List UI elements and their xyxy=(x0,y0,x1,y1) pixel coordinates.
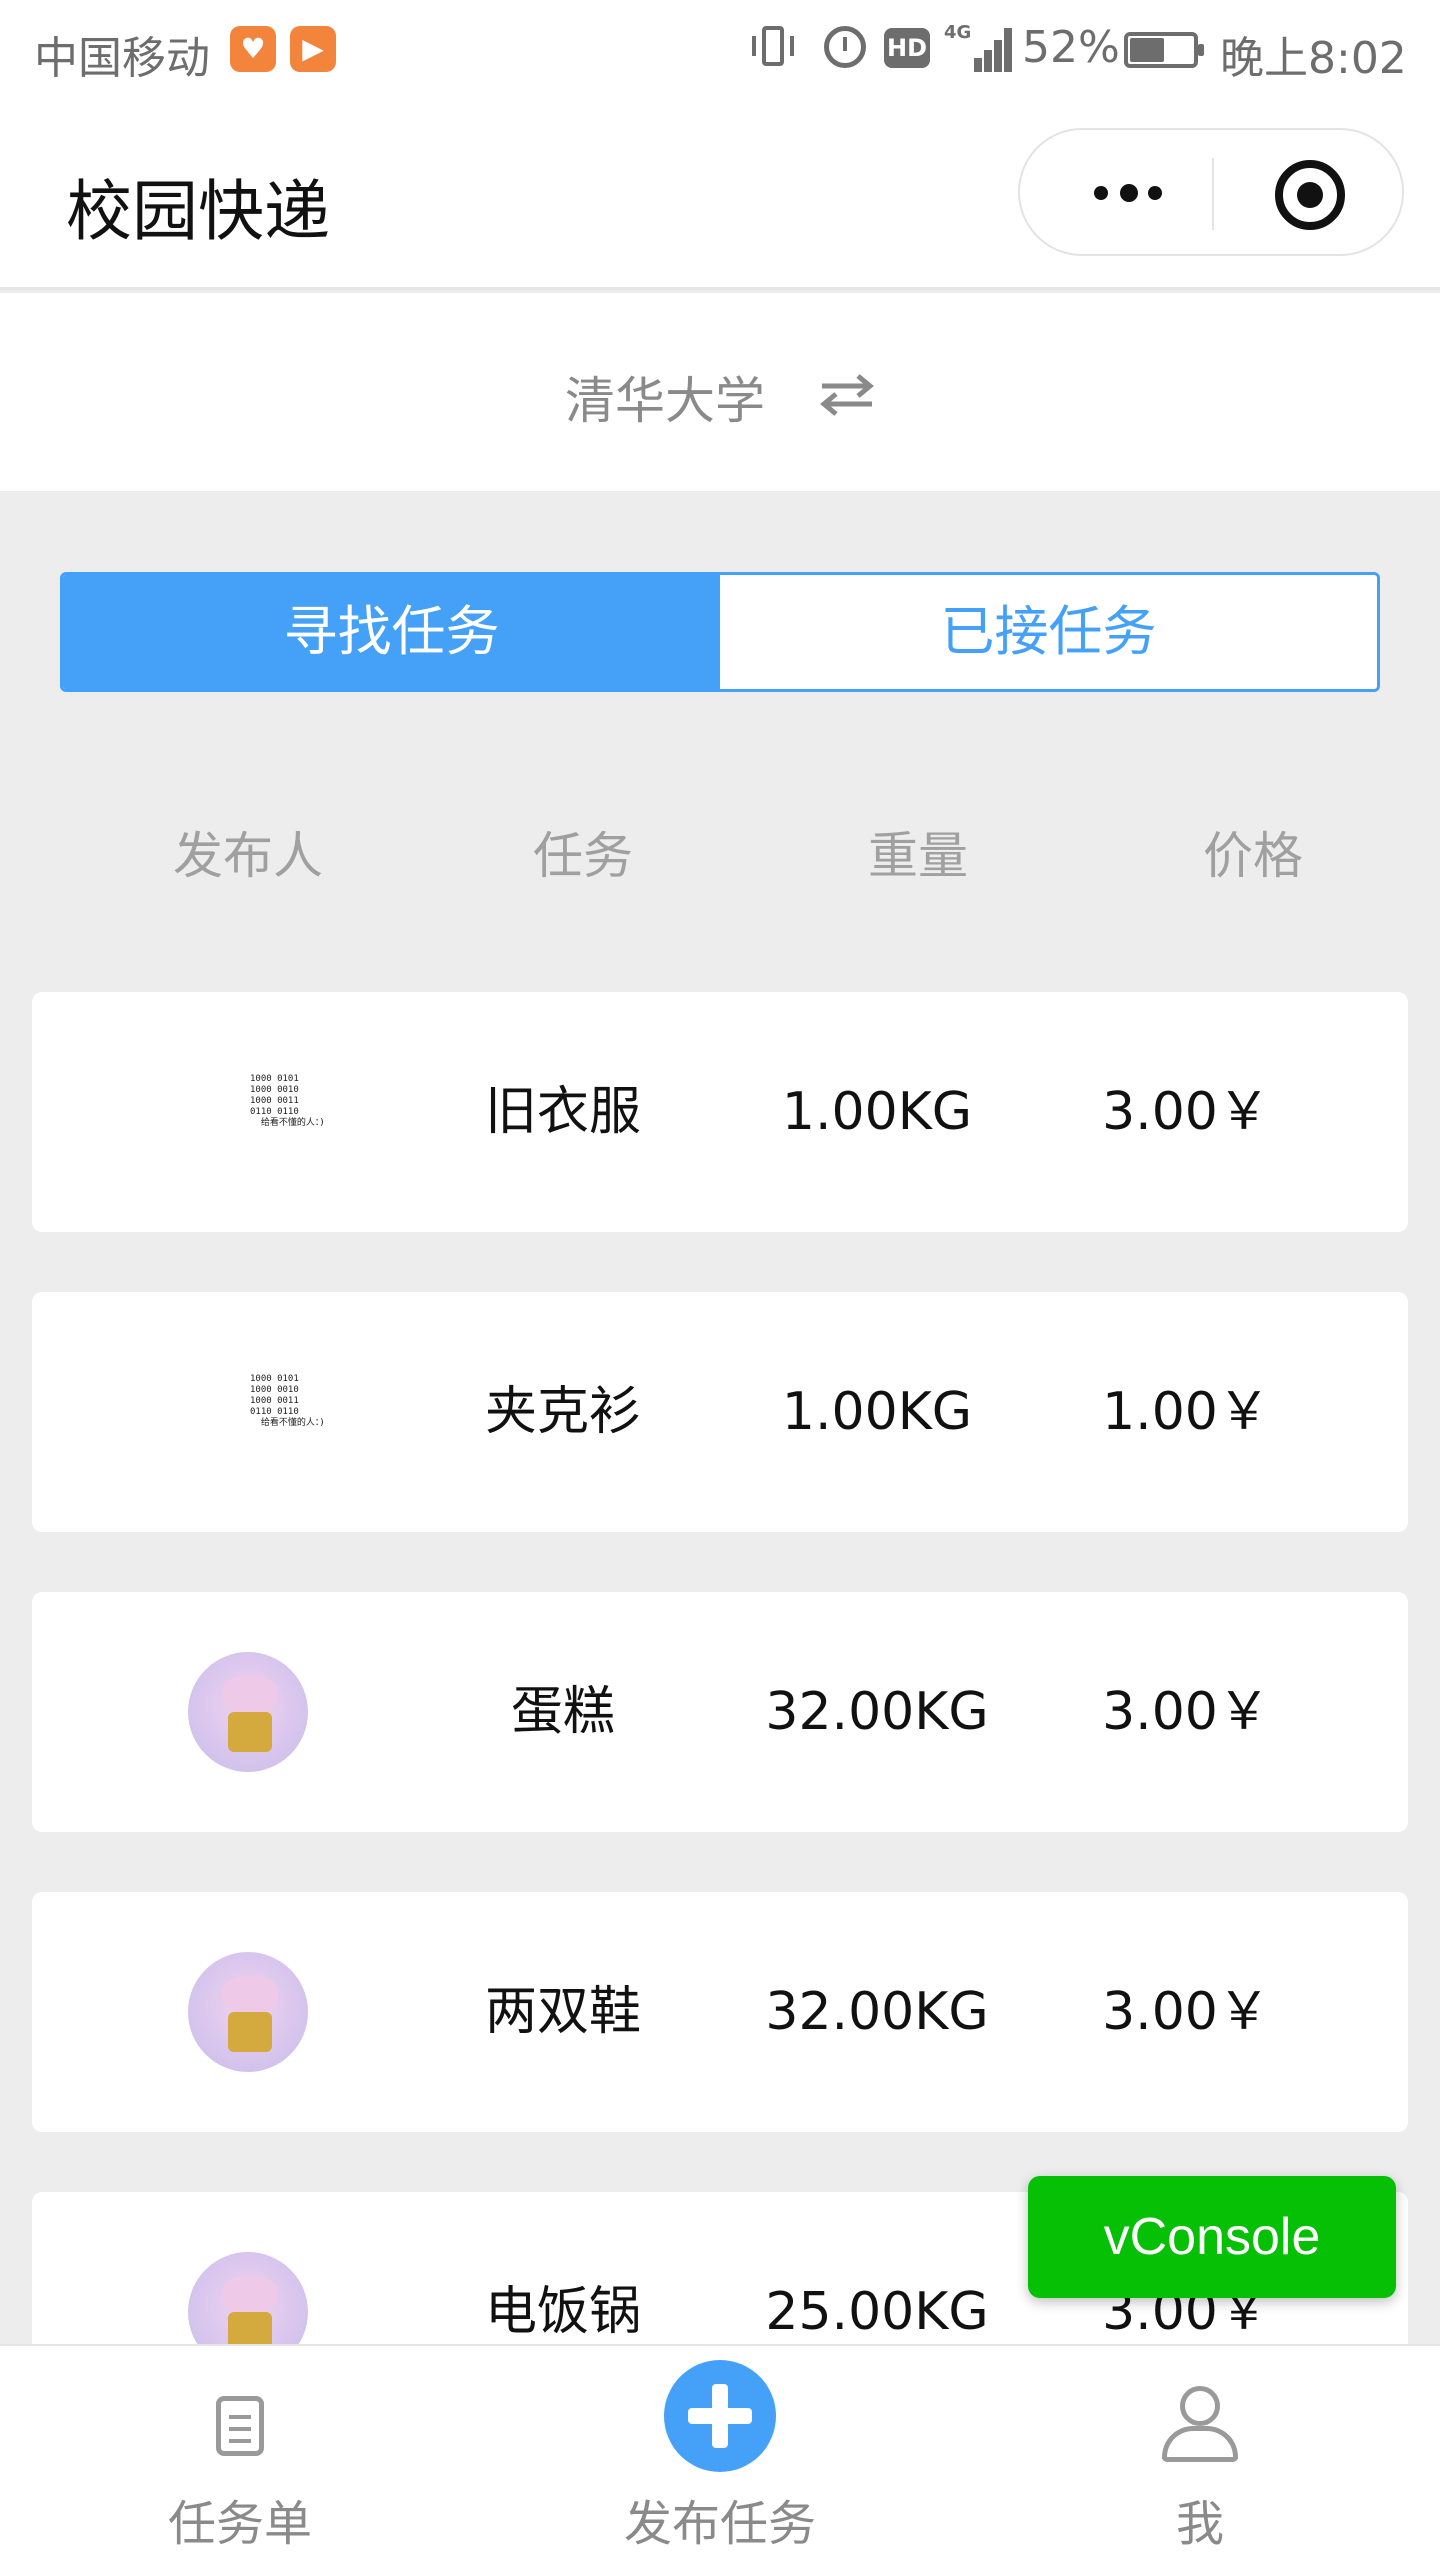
page-title: 校园快递 xyxy=(66,173,330,250)
school-selector: 清华大学 xyxy=(0,293,1440,491)
play-app-icon: ▶ xyxy=(290,26,336,72)
task-row[interactable]: 蛋糕 32.00KG 3.00￥ xyxy=(32,1592,1408,1832)
task-weight: 1.00KG xyxy=(781,1082,973,1142)
nav-bar: 校园快递 xyxy=(0,100,1440,290)
alarm-icon xyxy=(824,26,866,68)
tabbar-item-me[interactable]: 我 xyxy=(1050,2346,1350,2560)
task-price: 3.00￥ xyxy=(1102,1082,1270,1142)
avatar xyxy=(188,1652,308,1772)
status-bar: 中国移动 ♥ ▶ HD 4G 52% 晚上8:02 xyxy=(0,0,1440,100)
capsule-divider xyxy=(1212,158,1214,230)
task-tabs: 寻找任务 已接任务 xyxy=(60,572,1380,692)
tabbar-label: 任务单 xyxy=(167,2496,312,2552)
avatar-binary-text: 1000 0101 1000 0010 1000 0011 0110 0110 … xyxy=(250,1074,325,1128)
vibrate-icon xyxy=(752,24,794,70)
column-price: 价格 xyxy=(1203,827,1303,885)
switch-icon[interactable] xyxy=(818,373,876,417)
bottom-tab-bar: 任务单 发布任务 我 xyxy=(0,2344,1440,2560)
battery-percent: 52% xyxy=(1022,22,1120,73)
status-clock: 晚上8:02 xyxy=(1220,33,1407,84)
tab-find-tasks[interactable]: 寻找任务 xyxy=(63,575,720,689)
list-icon xyxy=(216,2396,264,2456)
user-icon xyxy=(1162,2386,1238,2464)
task-price: 3.00￥ xyxy=(1102,1682,1270,1742)
task-name: 两双鞋 xyxy=(484,1982,642,2042)
more-icon[interactable] xyxy=(1076,178,1176,208)
signal-icon: 4G xyxy=(944,24,1014,72)
tabbar-item-task-list[interactable]: 任务单 xyxy=(90,2346,390,2560)
tab-accepted-tasks[interactable]: 已接任务 xyxy=(720,575,1377,689)
task-weight: 32.00KG xyxy=(765,1982,989,2042)
task-price: 3.00￥ xyxy=(1102,1982,1270,2042)
close-icon[interactable] xyxy=(1275,160,1345,230)
column-weight: 重量 xyxy=(868,827,968,885)
task-name: 夹克衫 xyxy=(484,1382,642,1442)
vconsole-button[interactable]: vConsole xyxy=(1028,2176,1396,2298)
plus-icon xyxy=(664,2360,776,2472)
tabbar-item-publish-task[interactable]: 发布任务 xyxy=(570,2346,870,2560)
task-name: 旧衣服 xyxy=(484,1082,642,1142)
battery-icon xyxy=(1124,32,1204,68)
task-name: 蛋糕 xyxy=(510,1682,616,1742)
carrier-label: 中国移动 xyxy=(34,33,210,84)
tabbar-label: 发布任务 xyxy=(623,2496,816,2552)
school-name[interactable]: 清华大学 xyxy=(565,361,765,433)
task-row[interactable]: 1000 0101 1000 0010 1000 0011 0110 0110 … xyxy=(32,1292,1408,1532)
avatar xyxy=(188,1952,308,2072)
avatar: 1000 0101 1000 0010 1000 0011 0110 0110 … xyxy=(232,1052,352,1172)
task-row[interactable]: 两双鞋 32.00KG 3.00￥ xyxy=(32,1892,1408,2132)
task-price: 1.00￥ xyxy=(1102,1382,1270,1442)
task-weight: 1.00KG xyxy=(781,1382,973,1442)
heart-app-icon: ♥ xyxy=(230,26,276,72)
mini-program-capsule xyxy=(1018,128,1404,256)
avatar: 1000 0101 1000 0010 1000 0011 0110 0110 … xyxy=(232,1352,352,1472)
task-row[interactable]: 1000 0101 1000 0010 1000 0011 0110 0110 … xyxy=(32,992,1408,1232)
avatar-binary-text: 1000 0101 1000 0010 1000 0011 0110 0110 … xyxy=(250,1374,325,1428)
task-weight: 32.00KG xyxy=(765,1682,989,1742)
column-task: 任务 xyxy=(533,827,633,885)
hd-icon: HD xyxy=(884,28,930,68)
table-header: 发布人 任务 重量 价格 xyxy=(0,816,1440,886)
network-type-label: 4G xyxy=(944,22,972,43)
tabbar-label: 我 xyxy=(1175,2496,1224,2552)
column-publisher: 发布人 xyxy=(173,827,323,885)
